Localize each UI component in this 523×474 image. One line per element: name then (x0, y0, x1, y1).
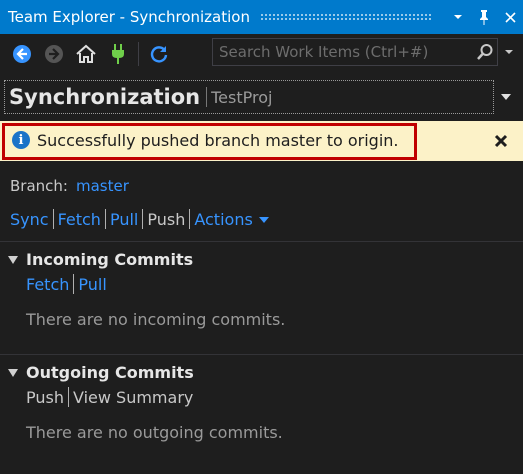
search-dropdown-button[interactable] (498, 38, 520, 66)
connect-button[interactable] (102, 38, 134, 70)
separator (189, 209, 191, 229)
incoming-title: Incoming Commits (26, 250, 194, 269)
push-link[interactable]: Push (147, 210, 185, 229)
title-divider (206, 87, 208, 107)
collapse-triangle-icon[interactable] (8, 368, 18, 377)
back-icon (13, 45, 31, 63)
incoming-section-header[interactable]: Incoming Commits (8, 250, 193, 269)
branch-row: Branch: master (10, 177, 129, 195)
separator (104, 209, 106, 229)
page-title: Synchronization (9, 85, 201, 109)
close-notification-button[interactable] (491, 131, 511, 151)
toolbar-separator (138, 42, 139, 66)
search-icon (477, 44, 493, 60)
chevron-down-icon (454, 15, 462, 19)
incoming-pull-link[interactable]: Pull (78, 275, 106, 294)
sync-link[interactable]: Sync (10, 210, 49, 229)
window-dropdown-button[interactable] (445, 4, 471, 30)
notification-banner: i Successfully pushed branch master to o… (0, 121, 523, 161)
info-icon: i (12, 131, 30, 149)
separator (52, 209, 54, 229)
separator (67, 387, 69, 407)
pin-icon (480, 10, 488, 25)
home-icon (76, 44, 96, 63)
incoming-empty-text: There are no incoming commits. (26, 310, 286, 329)
outgoing-links: Push View Summary (26, 387, 193, 407)
caret-down-icon (258, 217, 269, 223)
pin-button[interactable] (471, 4, 497, 30)
connect-plug-icon (112, 44, 124, 64)
refresh-icon (150, 46, 168, 63)
home-button[interactable] (70, 38, 102, 70)
refresh-button[interactable] (143, 38, 175, 70)
fetch-link[interactable]: Fetch (58, 210, 101, 229)
search-box (212, 38, 498, 66)
branch-link[interactable]: master (76, 177, 129, 195)
forward-icon (45, 45, 63, 63)
actions-row: Sync Fetch Pull Push Actions (10, 209, 269, 229)
window-title: Team Explorer - Synchronization (8, 8, 250, 26)
close-icon (504, 11, 516, 23)
search-input[interactable] (213, 39, 473, 65)
collapse-triangle-icon[interactable] (8, 255, 18, 264)
outgoing-section-header[interactable]: Outgoing Commits (8, 363, 194, 382)
back-button[interactable] (6, 38, 38, 70)
separator (73, 274, 75, 294)
incoming-links: Fetch Pull (26, 274, 107, 294)
project-name: TestProj (211, 87, 273, 107)
close-window-button[interactable] (497, 4, 523, 30)
chevron-down-icon (501, 94, 511, 100)
outgoing-empty-text: There are no outgoing commits. (26, 423, 283, 442)
notification-message: Successfully pushed branch master to ori… (37, 131, 399, 150)
page-dropdown-button[interactable] (496, 86, 516, 108)
toolbar (0, 34, 523, 74)
search-button[interactable] (473, 39, 497, 65)
section-divider (0, 241, 523, 242)
close-icon (494, 134, 508, 148)
title-bar: Team Explorer - Synchronization (0, 0, 523, 34)
incoming-fetch-link[interactable]: Fetch (26, 275, 69, 294)
actions-label: Actions (194, 209, 253, 229)
page-selector[interactable]: Synchronization TestProj (4, 80, 494, 114)
chevron-down-icon (505, 50, 513, 54)
separator (142, 209, 144, 229)
outgoing-push-link[interactable]: Push (26, 388, 64, 407)
actions-menu[interactable]: Actions (194, 209, 269, 229)
section-divider (0, 354, 523, 355)
outgoing-title: Outgoing Commits (26, 363, 194, 382)
branch-label: Branch: (10, 177, 68, 195)
pull-link[interactable]: Pull (110, 210, 138, 229)
drag-grip[interactable] (259, 12, 431, 22)
forward-button[interactable] (38, 38, 70, 70)
view-summary-link[interactable]: View Summary (73, 388, 193, 407)
